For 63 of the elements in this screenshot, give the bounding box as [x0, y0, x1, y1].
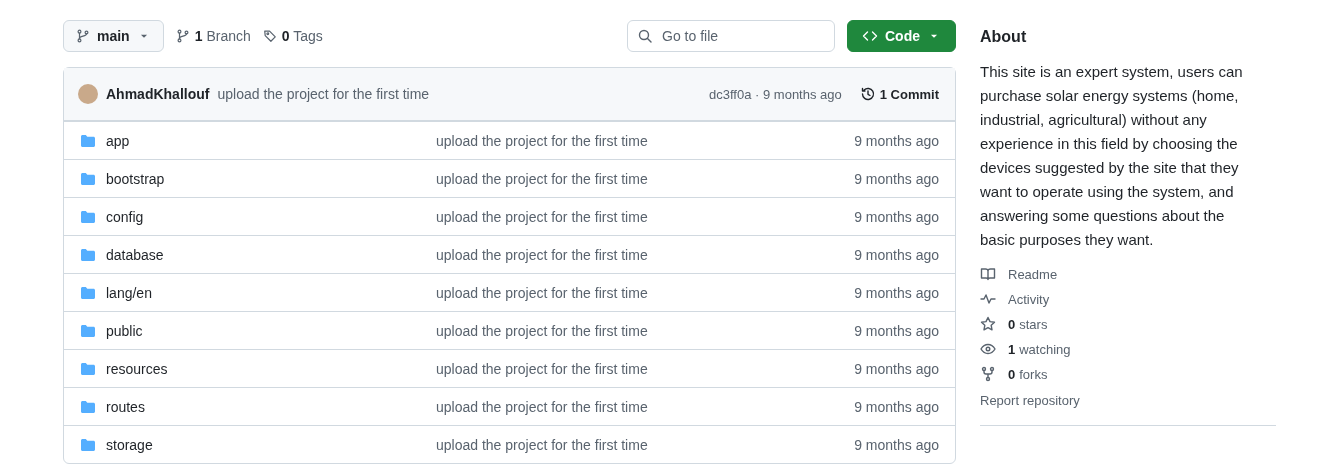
commit-time: 9 months ago — [854, 284, 939, 301]
folder-link[interactable]: bootstrap — [106, 170, 165, 187]
folder-link[interactable]: storage — [106, 436, 153, 453]
avatar — [78, 84, 98, 104]
folder-icon — [80, 170, 96, 187]
commit-message[interactable]: upload the project for the first time — [436, 284, 855, 301]
commit-time: 9 months ago — [854, 246, 939, 263]
commit-message[interactable]: upload the project for the first time — [436, 398, 855, 415]
star-icon — [980, 316, 996, 332]
fork-icon — [980, 366, 996, 382]
history-icon — [859, 86, 876, 102]
commits-link[interactable]: 1 Commit — [859, 86, 939, 102]
search-field[interactable]: Go to file — [627, 20, 835, 52]
commit-message[interactable]: upload the project for the first time — [436, 246, 855, 263]
folder-link[interactable]: public — [106, 322, 143, 339]
stars-link[interactable]: 0 stars — [980, 316, 1276, 332]
code-icon — [862, 28, 878, 44]
branches-link[interactable]: 1 Branch — [175, 28, 251, 44]
readme-link[interactable]: Readme — [980, 266, 1276, 282]
book-icon — [980, 266, 996, 282]
branch-selector[interactable]: main — [63, 20, 164, 52]
tag-icon — [262, 29, 277, 43]
folder-icon — [80, 208, 96, 225]
branch-icon — [76, 29, 90, 43]
commit-time: 9 months ago — [854, 322, 939, 339]
folder-link[interactable]: routes — [106, 398, 145, 415]
commit-message[interactable]: upload the project for the first time — [436, 360, 855, 377]
commit-message[interactable]: upload the project for the first time — [217, 86, 430, 102]
folder-icon — [80, 284, 96, 301]
folder-icon — [80, 398, 96, 415]
code-button[interactable]: Code — [847, 20, 956, 52]
folder-link[interactable]: lang/en — [106, 284, 152, 301]
commit-time: 9 months ago — [854, 398, 939, 415]
commit-time: 9 months ago — [854, 360, 939, 377]
branch-icon — [175, 29, 190, 43]
commit-time: 9 months ago — [854, 132, 939, 149]
commit-message[interactable]: upload the project for the first time — [436, 436, 855, 453]
folder-link[interactable]: resources — [106, 360, 168, 377]
watching-link[interactable]: 1 watching — [980, 341, 1276, 357]
author-link[interactable]: AhmadKhallouf — [106, 86, 210, 102]
activity-link[interactable]: Activity — [980, 291, 1276, 307]
eye-icon — [980, 341, 996, 357]
commit-time: 9 months ago — [854, 436, 939, 453]
forks-link[interactable]: 0 forks — [980, 366, 1276, 382]
folder-link[interactable]: config — [106, 208, 144, 225]
report-link[interactable]: Report repository — [980, 393, 1080, 408]
commit-message[interactable]: upload the project for the first time — [436, 322, 855, 339]
folder-icon — [80, 322, 96, 339]
repo-description: This site is an expert system, users can purchase solar energy systems (home, industrial, agricultural) without any experience in this field by choosing the devices suggested by the site that they want to operate using the system, and answering some questions about the basic purposes they want. — [980, 62, 1244, 250]
commit-message[interactable]: upload the project for the first time — [436, 170, 855, 187]
folder-icon — [80, 132, 96, 149]
folder-icon — [80, 436, 96, 453]
commit-hash-time[interactable]: dc3ff0a · 9 months ago — [709, 86, 842, 102]
tags-link[interactable]: 0 Tags — [262, 28, 323, 44]
commit-message[interactable]: upload the project for the first time — [436, 132, 855, 149]
commit-time: 9 months ago — [854, 208, 939, 225]
commit-time: 9 months ago — [854, 170, 939, 187]
folder-link[interactable]: database — [106, 246, 164, 263]
about-heading: About — [980, 28, 1028, 46]
folder-icon — [80, 360, 96, 377]
folder-link[interactable]: app — [106, 132, 130, 149]
commit-message[interactable]: upload the project for the first time — [436, 208, 855, 225]
folder-icon — [80, 246, 96, 263]
